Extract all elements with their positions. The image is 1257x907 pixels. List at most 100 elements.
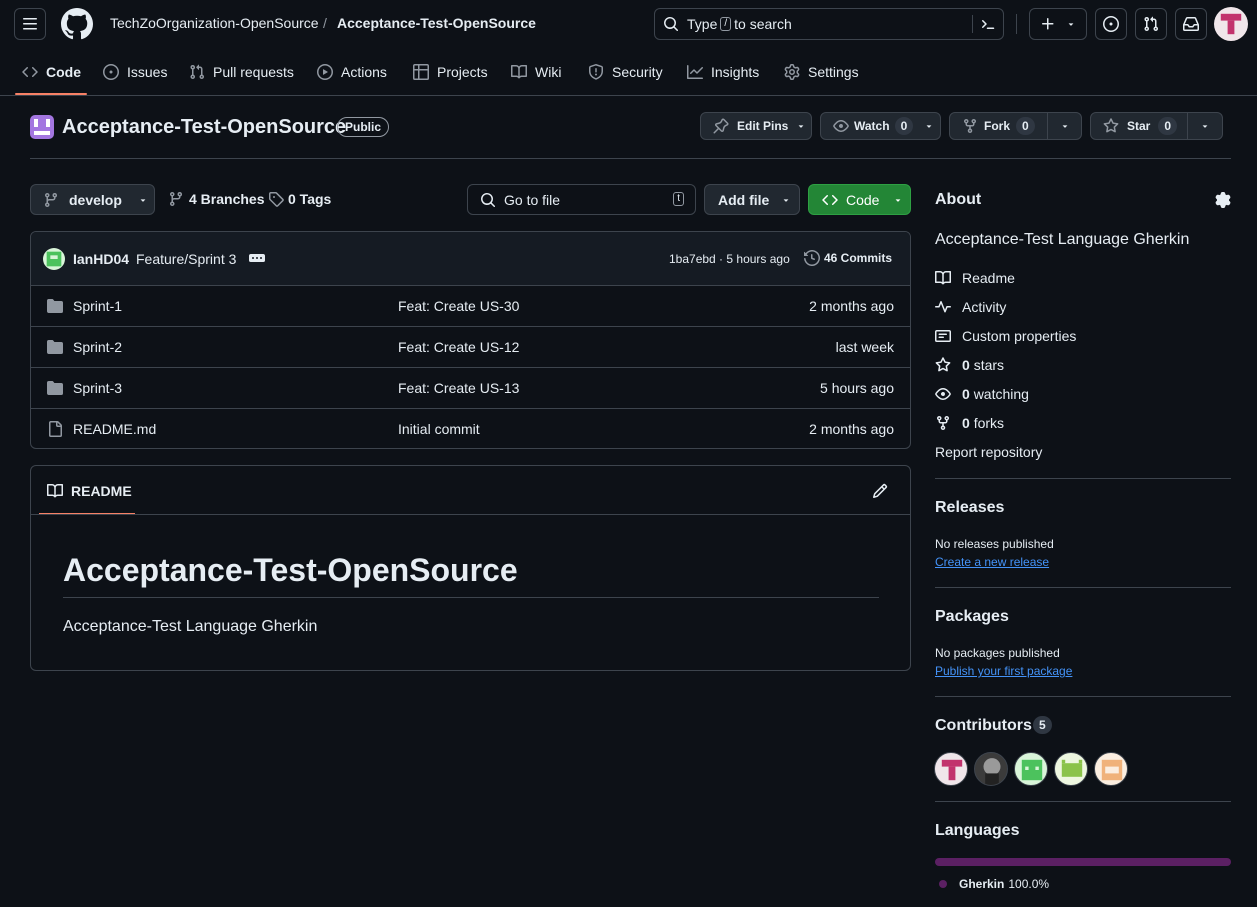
- ellipsis-icon: [249, 250, 265, 266]
- github-logo-icon[interactable]: [61, 8, 93, 40]
- file-date: 2 months ago: [809, 298, 894, 314]
- contributor-avatar[interactable]: [934, 752, 968, 786]
- readme-link[interactable]: Readme: [935, 270, 1015, 286]
- contributors-heading[interactable]: Contributors: [935, 717, 1032, 735]
- activity-link[interactable]: Activity: [935, 299, 1006, 315]
- repo-title[interactable]: Acceptance-Test-OpenSource: [62, 116, 346, 139]
- shield-icon: [588, 64, 604, 80]
- commits-link[interactable]: 46 Commits: [804, 250, 892, 266]
- language-item[interactable]: Gherkin 100.0%: [939, 877, 1049, 891]
- report-repository-link[interactable]: Report repository: [935, 444, 1042, 460]
- stars-link[interactable]: 0 stars: [935, 357, 1004, 373]
- watch-button[interactable]: Watch 0: [820, 112, 941, 140]
- file-commit-message[interactable]: Feat: Create US-12: [398, 339, 519, 355]
- tab-settings[interactable]: Settings: [784, 56, 859, 88]
- tab-actions[interactable]: Actions: [317, 56, 387, 88]
- command-palette-divider: [972, 15, 973, 33]
- stars-label: stars: [973, 357, 1005, 373]
- go-to-file-placeholder: Go to file: [504, 191, 561, 208]
- about-settings-button[interactable]: [1215, 192, 1231, 208]
- tab-label: Actions: [341, 64, 387, 80]
- code-button[interactable]: Code: [808, 184, 911, 215]
- file-icon: [47, 421, 63, 437]
- publish-package-link[interactable]: Publish your first package: [935, 664, 1072, 678]
- watching-label: watching: [973, 386, 1029, 402]
- tab-issues[interactable]: Issues: [103, 56, 167, 88]
- table-row[interactable]: Sprint-1 Feat: Create US-30 2 months ago: [31, 285, 910, 326]
- custom-properties-link[interactable]: Custom properties: [935, 328, 1076, 344]
- triangle-down-icon: [924, 121, 934, 131]
- stars-count: 0: [962, 357, 970, 373]
- file-name[interactable]: Sprint-2: [73, 339, 122, 355]
- issue-icon: [1103, 16, 1119, 32]
- contributor-avatar[interactable]: [974, 752, 1008, 786]
- packages-heading[interactable]: Packages: [935, 608, 1009, 626]
- tab-label: Code: [46, 64, 81, 80]
- go-to-file-input[interactable]: Go to file t: [467, 184, 696, 215]
- inbox-button[interactable]: [1175, 8, 1207, 40]
- menu-button[interactable]: [14, 8, 46, 40]
- pin-icon: [713, 118, 729, 134]
- gear-icon: [784, 64, 800, 80]
- file-commit-message[interactable]: Feat: Create US-30: [398, 298, 519, 314]
- branches-link[interactable]: 4 Branches: [168, 191, 264, 207]
- contributor-avatar[interactable]: [1094, 752, 1128, 786]
- commit-hash-time[interactable]: 1ba7ebd · 5 hours ago: [669, 252, 790, 266]
- commit-ellipsis-button[interactable]: [248, 251, 266, 265]
- forks-link[interactable]: 0 forks: [935, 415, 1004, 431]
- user-avatar[interactable]: [1214, 7, 1248, 41]
- repo-owner-avatar: [30, 115, 54, 139]
- watching-link[interactable]: 0 watching: [935, 386, 1029, 402]
- table-row[interactable]: README.md Initial commit 2 months ago: [31, 408, 910, 448]
- hamburger-icon: [22, 16, 38, 32]
- file-name[interactable]: Sprint-1: [73, 298, 122, 314]
- add-file-button[interactable]: Add file: [704, 184, 800, 215]
- readme-tab[interactable]: README: [47, 483, 132, 499]
- edit-pins-button[interactable]: Edit Pins: [700, 112, 812, 140]
- fork-count: 0: [1016, 117, 1035, 135]
- visibility-badge: Public: [337, 117, 390, 137]
- file-date: 2 months ago: [809, 421, 894, 437]
- table-row[interactable]: Sprint-2 Feat: Create US-12 last week: [31, 326, 910, 367]
- commit-author-avatar[interactable]: [43, 248, 65, 270]
- file-commit-message[interactable]: Feat: Create US-13: [398, 380, 519, 396]
- tab-pull-requests[interactable]: Pull requests: [189, 56, 294, 88]
- branch-selector[interactable]: develop: [30, 184, 155, 215]
- file-name[interactable]: README.md: [73, 421, 156, 437]
- star-dropdown-button[interactable]: [1187, 112, 1223, 140]
- global-search-input[interactable]: Type / to search: [654, 8, 1004, 40]
- commit-message[interactable]: Feature/Sprint 3: [136, 251, 236, 267]
- triangle-down-icon: [893, 195, 903, 205]
- contributor-avatar[interactable]: [1014, 752, 1048, 786]
- edit-readme-button[interactable]: [872, 483, 888, 499]
- search-placeholder-prefix: Type: [687, 16, 718, 32]
- table-row[interactable]: Sprint-3 Feat: Create US-13 5 hours ago: [31, 367, 910, 408]
- contributor-avatar[interactable]: [1054, 752, 1088, 786]
- fork-button[interactable]: Fork 0: [949, 112, 1048, 140]
- create-new-button[interactable]: [1029, 8, 1087, 40]
- sidebar-divider: [935, 696, 1231, 697]
- tags-link[interactable]: 0 Tags: [268, 191, 331, 207]
- breadcrumb-org[interactable]: TechZoOrganization-OpenSource: [110, 15, 319, 31]
- create-release-link[interactable]: Create a new release: [935, 555, 1049, 569]
- tab-wiki[interactable]: Wiki: [511, 56, 561, 88]
- file-commit-message[interactable]: Initial commit: [398, 421, 480, 437]
- star-icon: [1103, 118, 1119, 134]
- tab-projects[interactable]: Projects: [413, 56, 488, 88]
- activity-link-label: Activity: [962, 299, 1007, 315]
- star-button[interactable]: Star 0: [1090, 112, 1188, 140]
- command-palette-icon[interactable]: [980, 16, 996, 32]
- book-icon: [511, 64, 527, 80]
- commit-author[interactable]: IanHD04: [73, 251, 129, 267]
- tab-label: Projects: [437, 64, 488, 80]
- file-name[interactable]: Sprint-3: [73, 380, 122, 396]
- pull-requests-button[interactable]: [1135, 8, 1167, 40]
- tab-code[interactable]: Code: [22, 56, 81, 88]
- code-label: Code: [846, 191, 880, 208]
- issues-button[interactable]: [1095, 8, 1127, 40]
- tab-security[interactable]: Security: [588, 56, 663, 88]
- breadcrumb-repo[interactable]: Acceptance-Test-OpenSource: [337, 15, 536, 31]
- tab-insights[interactable]: Insights: [687, 56, 759, 88]
- releases-heading[interactable]: Releases: [935, 499, 1004, 517]
- fork-dropdown-button[interactable]: [1047, 112, 1082, 140]
